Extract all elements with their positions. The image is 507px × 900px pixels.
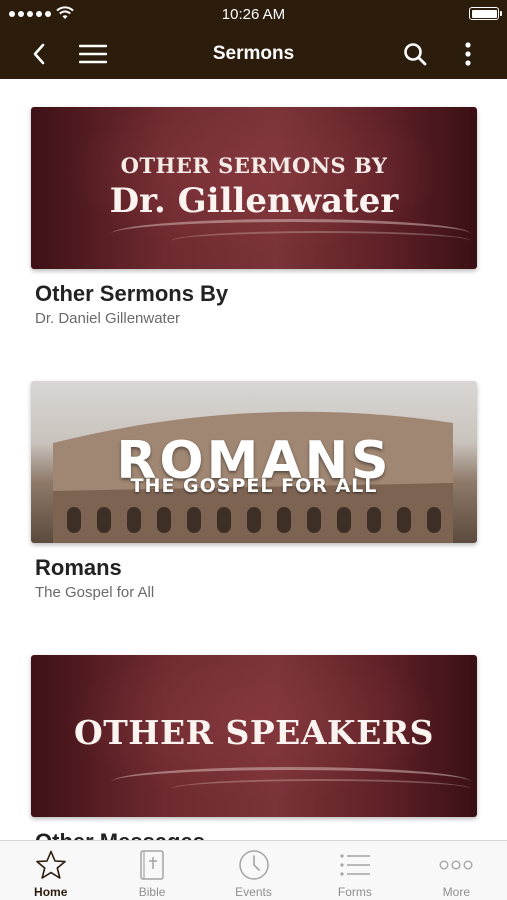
more-options-button[interactable] xyxy=(456,28,480,79)
sermon-series-card[interactable]: OTHER SERMONS BY Dr. Gillenwater Other S… xyxy=(31,107,477,327)
more-dots-icon xyxy=(439,860,473,870)
series-banner[interactable]: OTHER SERMONS BY Dr. Gillenwater xyxy=(31,107,477,269)
sermon-series-card[interactable]: ROMANS THE GOSPEL FOR ALL Romans The Gos… xyxy=(31,381,477,601)
navbar: Sermons xyxy=(0,28,507,79)
series-banner[interactable]: ROMANS THE GOSPEL FOR ALL xyxy=(31,381,477,543)
series-subtitle: The Gospel for All xyxy=(35,584,155,601)
tab-label: Events xyxy=(235,885,272,899)
tab-home[interactable]: Home xyxy=(0,841,101,900)
search-button[interactable] xyxy=(398,28,432,79)
tab-label: Forms xyxy=(337,885,372,899)
bible-icon xyxy=(140,850,164,880)
banner-text: OTHER SPEAKERS xyxy=(73,713,435,752)
series-title[interactable]: Other Sermons By xyxy=(35,281,477,307)
status-bar: 10:26 AM xyxy=(0,0,507,28)
series-banner[interactable]: OTHER SPEAKERS xyxy=(31,655,477,817)
search-icon xyxy=(404,42,427,65)
status-time: 10:26 AM xyxy=(221,6,286,23)
series-title[interactable]: Romans xyxy=(35,555,477,581)
banner-text: OTHER SERMONS BY xyxy=(120,153,388,178)
menu-button[interactable] xyxy=(78,28,108,79)
tab-more[interactable]: More xyxy=(406,841,507,900)
hamburger-icon xyxy=(79,44,107,63)
list-icon xyxy=(340,854,370,876)
series-title[interactable]: Other Messages xyxy=(35,829,477,840)
back-button[interactable] xyxy=(24,28,54,79)
kebab-menu-icon xyxy=(465,41,471,66)
tab-label: More xyxy=(442,885,470,899)
tab-events[interactable]: Events xyxy=(203,841,304,900)
sermon-series-card[interactable]: OTHER SPEAKERS Other Messages xyxy=(31,655,477,840)
tab-label: Home xyxy=(34,885,68,899)
clock-icon xyxy=(238,850,269,880)
tab-forms[interactable]: Forms xyxy=(304,841,405,900)
battery-icon xyxy=(469,7,502,20)
series-subtitle: Dr. Daniel Gillenwater xyxy=(35,310,181,327)
banner-text: Dr. Gillenwater xyxy=(109,181,399,221)
tab-bible[interactable]: Bible xyxy=(101,841,202,900)
star-icon xyxy=(35,850,66,879)
top-bar: 10:26 AM Sermons xyxy=(0,0,507,79)
tab-bar: Home Bible Events Forms More xyxy=(0,840,507,900)
tab-label: Bible xyxy=(138,885,166,899)
sermon-list: OTHER SERMONS BY Dr. Gillenwater Other S… xyxy=(0,79,507,840)
banner-text: THE GOSPEL FOR ALL xyxy=(130,475,378,497)
chevron-left-icon xyxy=(33,43,45,64)
